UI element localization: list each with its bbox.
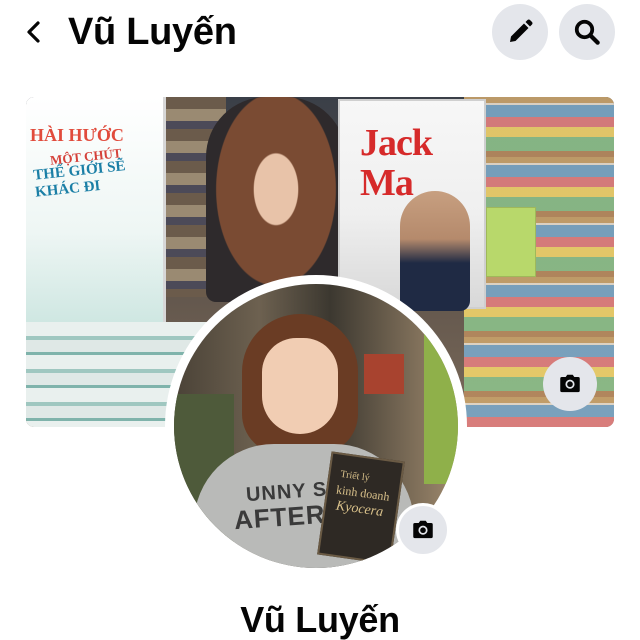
book-jack-ma-title-line1: Jack [360, 122, 433, 164]
cover-camera-button[interactable] [543, 357, 597, 411]
avatar-book: Triết lý kinh doanh Kyocera [317, 451, 405, 565]
profile-name: Vũ Luyến [240, 599, 400, 640]
book-jack-ma-title-line2: Ma [360, 162, 414, 204]
book-left-title: HÀI HƯỚC [30, 125, 124, 145]
chevron-left-icon [27, 21, 40, 43]
edit-button[interactable] [492, 4, 548, 60]
back-button[interactable] [14, 12, 54, 52]
avatar-background-red [364, 354, 404, 394]
profile-header: Vũ Luyến [0, 0, 640, 66]
book-jack-ma-portrait [400, 191, 470, 311]
avatar-book-line1: Triết lý [339, 468, 371, 484]
avatar-background-right [424, 324, 458, 484]
green-book [486, 207, 536, 277]
page-title: Vũ Luyến [68, 11, 237, 53]
search-icon [574, 19, 600, 45]
book-jack-ma: Jack Ma [338, 99, 486, 311]
camera-icon [560, 374, 580, 393]
pencil-icon [510, 19, 533, 42]
book-jack-ma-title: Jack Ma [360, 122, 433, 204]
cover-person [206, 97, 346, 302]
hoodie-text-line2: AFTER [233, 498, 327, 536]
avatar-camera-button[interactable] [396, 503, 450, 557]
camera-icon [413, 520, 433, 539]
search-button[interactable] [559, 4, 615, 60]
avatar-face [262, 338, 338, 434]
book-left: HÀI HƯỚC MỘT CHÚT THẾ GIỚI SẼ KHÁC ĐI [26, 97, 166, 322]
